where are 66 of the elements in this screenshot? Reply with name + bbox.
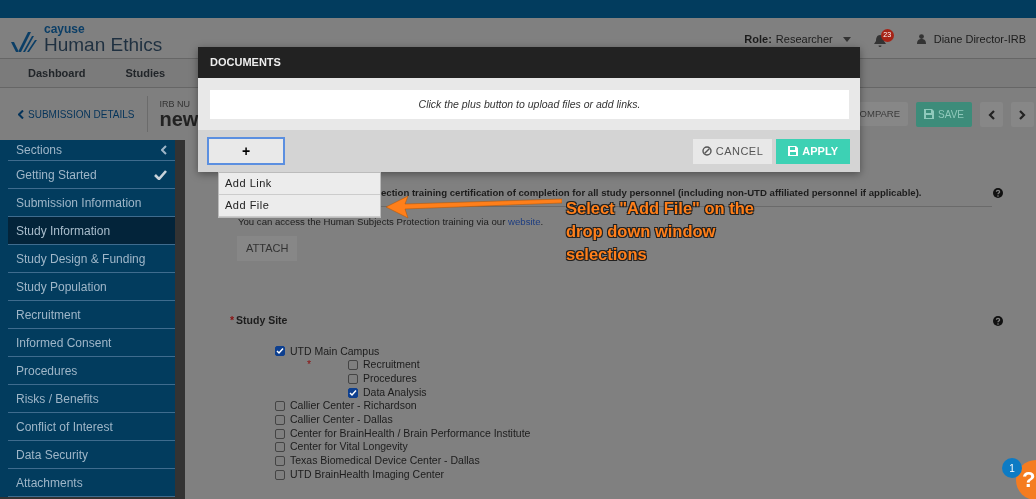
logo-icon xyxy=(10,29,40,54)
dropdown-item[interactable]: Add File xyxy=(219,195,380,217)
nav-link[interactable]: Dashboard xyxy=(28,64,86,82)
previous-button[interactable] xyxy=(980,101,1003,127)
next-button[interactable] xyxy=(1011,101,1034,127)
checkbox-label: Center for Vital Longevity xyxy=(290,439,408,455)
role-dropdown[interactable]: Role: Researcher xyxy=(744,30,851,48)
attach-button[interactable]: ATTACH xyxy=(237,236,298,261)
sections-header[interactable]: Sections xyxy=(8,140,175,161)
checkbox[interactable] xyxy=(348,360,358,371)
checkbox[interactable] xyxy=(348,387,358,398)
sidebar-item[interactable]: Risks / Benefits xyxy=(8,385,175,413)
irb-number-label: IRB NU xyxy=(159,99,192,109)
checkbox[interactable] xyxy=(348,373,358,384)
checkbox-label: Recruitment xyxy=(363,357,420,373)
chevron-left-icon xyxy=(988,109,995,120)
checkbox-label: Procedures xyxy=(363,371,417,386)
brand-name: cayuse xyxy=(44,22,86,35)
checkbox-label: Callier Center - Richardson xyxy=(290,398,417,414)
caret-icon xyxy=(842,36,851,42)
checkbox-label: UTD Main Campus xyxy=(290,343,380,359)
help-icon[interactable] xyxy=(993,315,1003,326)
sidebar-item[interactable]: Study Design & Funding xyxy=(8,245,175,273)
training-requirement-text: ection training certification of completion for all study personnel (including non-UTD affiliated personnel if applicable). xyxy=(381,185,922,200)
sidebar-item[interactable]: Study Information xyxy=(8,217,175,245)
sidebar-item[interactable]: Attachments xyxy=(8,469,175,497)
study-title: new xyxy=(159,108,199,129)
back-link[interactable]: SUBMISSION DETAILS xyxy=(18,106,135,122)
checkbox-label: Data Analysis xyxy=(363,384,427,400)
collapse-icon[interactable] xyxy=(161,145,167,155)
checkbox-label: Center for BrainHealth / Brain Performance Institute xyxy=(290,425,531,441)
checkbox[interactable] xyxy=(275,414,285,425)
field-label: * Study Site xyxy=(230,312,288,328)
help-badge: 1 xyxy=(1002,458,1022,478)
checkbox-label: Callier Center - Dallas xyxy=(290,412,393,428)
dropdown-item[interactable]: Add Link xyxy=(219,173,380,195)
sidebar-item[interactable]: Informed Consent xyxy=(8,329,175,357)
chevron-right-icon xyxy=(1019,109,1026,120)
sidebar-item[interactable]: Conflict of Interest xyxy=(8,413,175,441)
chevron-left-icon xyxy=(18,109,24,119)
checkbox[interactable] xyxy=(275,346,285,357)
sidebar-item[interactable]: Procedures xyxy=(8,357,175,385)
checkbox[interactable] xyxy=(275,469,285,480)
sidebar-item[interactable]: Data Security xyxy=(8,441,175,469)
sidebar-item[interactable]: Recruitment xyxy=(8,301,175,329)
checkbox[interactable] xyxy=(275,401,285,412)
user-icon xyxy=(916,34,926,44)
compare-button[interactable]: OMPARE xyxy=(858,101,909,127)
sidebar-item[interactable]: Getting Started xyxy=(8,161,175,189)
help-icon[interactable] xyxy=(993,188,1003,198)
checkbox[interactable] xyxy=(275,442,285,453)
dialog-hint: Click the plus button to upload files or add links. xyxy=(418,96,641,112)
checkbox[interactable] xyxy=(275,428,285,439)
annotation-text: Select "Add File" on the drop down window selections xyxy=(566,198,755,265)
required-mark: * xyxy=(307,357,312,373)
checkbox-label: Texas Biomedical Device Center - Dallas xyxy=(290,453,480,469)
sidebar-item[interactable]: Study Population xyxy=(8,273,175,301)
checkbox[interactable] xyxy=(275,456,285,466)
user-menu[interactable]: Diane Director-IRB xyxy=(916,30,1026,48)
cancel-button[interactable]: CANCEL xyxy=(692,138,773,164)
dialog-title: DOCUMENTS xyxy=(210,55,281,71)
nav-link[interactable]: Studies xyxy=(125,64,166,82)
cancel-icon xyxy=(701,146,712,156)
checkbox-label: UTD BrainHealth Imaging Center xyxy=(290,466,445,482)
add-button[interactable]: + xyxy=(207,137,285,165)
training-access-text: You can access the Human Subjects Protection training via our website. xyxy=(238,215,545,229)
